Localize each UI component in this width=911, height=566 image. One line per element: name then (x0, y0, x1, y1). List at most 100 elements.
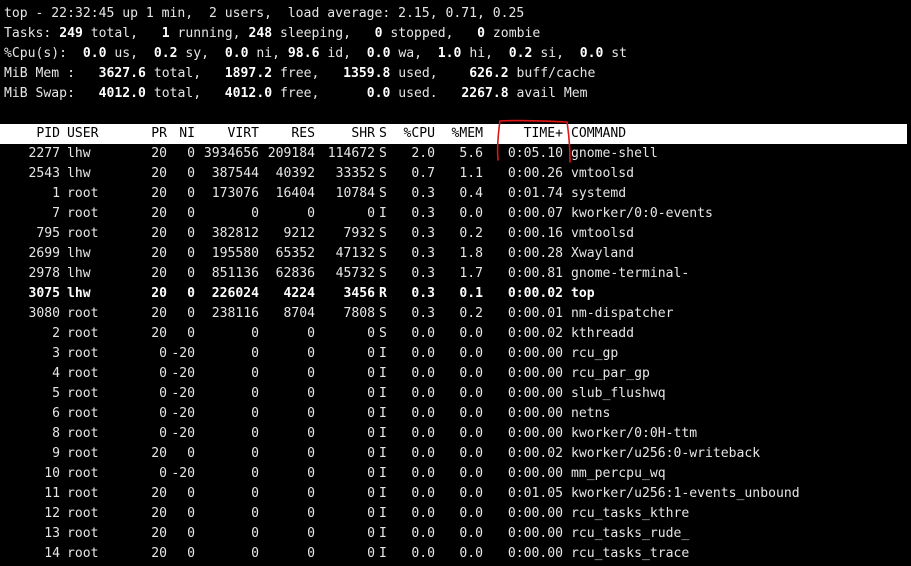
cell-pid: 2 (52, 326, 60, 341)
cell-s: R (379, 286, 387, 301)
cell-time: 0:00.26 (507, 166, 563, 181)
cell-pr: 0 (159, 426, 167, 441)
process-table-body: 2277 lhw 20 0 3934656 209184 114672 S 2.0 5.6 0:05… (4, 144, 911, 564)
cell-mem: 1.8 (459, 246, 483, 261)
cell-ni: 0 (187, 546, 195, 561)
cell-time: 0:00.00 (507, 406, 563, 421)
cell-pid: 5 (52, 386, 60, 401)
process-row: 6 root 0 -20 0 0 0 I 0.0 0.0 0:00.00 netns (4, 404, 911, 424)
cell-ni: 0 (187, 166, 195, 181)
cell-ni: -20 (171, 366, 195, 381)
cell-virt: 195580 (211, 246, 259, 261)
cell-s: S (379, 246, 387, 261)
cell-mem: 0.0 (459, 446, 483, 461)
mem-used: 1359.8 (343, 66, 391, 81)
cell-s: I (379, 366, 387, 381)
cell-virt: 0 (251, 506, 259, 521)
cell-ni: 0 (187, 526, 195, 541)
cell-pr: 0 (159, 406, 167, 421)
cell-cpu: 0.0 (411, 386, 435, 401)
cell-virt: 0 (251, 546, 259, 561)
process-row: 3075 lhw 20 0 226024 4224 3456 R 0.3 0.1 0:00.02 to… (4, 284, 911, 304)
cell-shr: 0 (367, 426, 375, 441)
cell-shr: 45732 (335, 266, 375, 281)
cell-user: root (67, 186, 99, 201)
process-row: 12 root 20 0 0 0 0 I 0.0 0.0 0:00.00 rcu_tasks_kthr… (4, 504, 911, 524)
cell-shr: 0 (367, 506, 375, 521)
cell-user: root (67, 206, 99, 221)
cpu-si-label: si, (540, 46, 564, 61)
swap-total: 4012.0 (98, 86, 146, 101)
cpu-id: 98.6 (287, 46, 320, 61)
cell-user: root (67, 486, 99, 501)
cell-s: I (379, 466, 387, 481)
cell-time: 0:00.01 (507, 306, 563, 321)
cell-mem: 1.1 (459, 166, 483, 181)
cell-virt: 0 (251, 446, 259, 461)
cpu-wa-label: wa, (398, 46, 422, 61)
cell-ni: 0 (187, 266, 195, 281)
swap-label: MiB Swap: (4, 86, 75, 101)
cell-user: root (67, 426, 99, 441)
process-row: 8 root 0 -20 0 0 0 I 0.0 0.0 0:00.00 kworker/0:0H-t… (4, 424, 911, 444)
cell-shr: 47132 (335, 246, 375, 261)
cell-virt: 0 (251, 486, 259, 501)
cell-pid: 1 (52, 186, 60, 201)
cell-mem: 0.0 (459, 506, 483, 521)
cell-cmd: nm-dispatcher (571, 306, 674, 321)
cell-res: 9212 (283, 226, 315, 241)
cell-s: S (379, 266, 387, 281)
cell-cpu: 0.3 (411, 186, 435, 201)
cell-ni: 0 (187, 446, 195, 461)
cell-cmd: systemd (571, 186, 627, 201)
cell-res: 8704 (283, 306, 315, 321)
cell-cpu: 0.3 (411, 206, 435, 221)
cell-res: 16404 (275, 186, 315, 201)
cell-mem: 0.2 (459, 306, 483, 321)
cell-ni: 0 (187, 286, 195, 301)
cell-cpu: 0.3 (411, 246, 435, 261)
cell-shr: 0 (367, 206, 375, 221)
cell-pid: 3 (52, 346, 60, 361)
terminal-window[interactable]: top - 22:32:45 up 1 min, 2 users, load a… (0, 4, 911, 564)
cell-virt: 0 (251, 366, 259, 381)
cell-time: 0:00.28 (507, 246, 563, 261)
cell-ni: -20 (171, 406, 195, 421)
cell-user: root (67, 226, 99, 241)
cell-time: 0:00.00 (507, 346, 563, 361)
cell-pr: 20 (151, 286, 167, 301)
cell-shr: 10784 (335, 186, 375, 201)
swap-used: 0.0 (366, 86, 391, 101)
cell-pid: 12 (44, 506, 60, 521)
tasks-total-label: total, (90, 26, 139, 41)
cell-pr: 20 (151, 506, 167, 521)
cell-res: 209184 (267, 146, 315, 161)
cell-cmd: netns (571, 406, 611, 421)
cell-cpu: 0.0 (411, 466, 435, 481)
cpu-si: 0.2 (508, 46, 533, 61)
cell-cpu: 0.3 (411, 286, 435, 301)
cell-pr: 20 (151, 226, 167, 241)
cell-cpu: 0.3 (411, 226, 435, 241)
process-row: 2699 lhw 20 0 195580 65352 47132 S 0.3 1.8 0:00.28… (4, 244, 911, 264)
cpu-us: 0.0 (82, 46, 107, 61)
cell-time: 0:05.10 (507, 146, 563, 161)
cell-res: 0 (307, 486, 315, 501)
cell-shr: 7808 (343, 306, 375, 321)
cell-ni: 0 (187, 486, 195, 501)
cell-ni: 0 (187, 206, 195, 221)
cell-shr: 0 (367, 486, 375, 501)
cell-cmd: kthreadd (571, 326, 635, 341)
cpu-st-label: st (611, 46, 628, 61)
cell-virt: 0 (251, 466, 259, 481)
process-row: 13 root 20 0 0 0 0 I 0.0 0.0 0:00.00 rcu_tasks_rude… (4, 524, 911, 544)
column-header-mem: %MEM (451, 126, 483, 141)
cell-pid: 10 (44, 466, 60, 481)
cell-shr: 0 (367, 526, 375, 541)
process-row: 2978 lhw 20 0 851136 62836 45732 S 0.3 1.7 0:00.81… (4, 264, 911, 284)
tasks-line: Tasks: 249 total, 1 running, 248 sleepin… (4, 24, 911, 44)
process-row: 2277 lhw 20 0 3934656 209184 114672 S 2.0 5.6 0:05… (4, 144, 911, 164)
cell-time: 0:00.00 (507, 426, 563, 441)
cell-virt: 851136 (211, 266, 259, 281)
cpu-line: %Cpu(s): 0.0 us, 0.2 sy, 0.0 ni, 98.6 id… (4, 44, 911, 64)
